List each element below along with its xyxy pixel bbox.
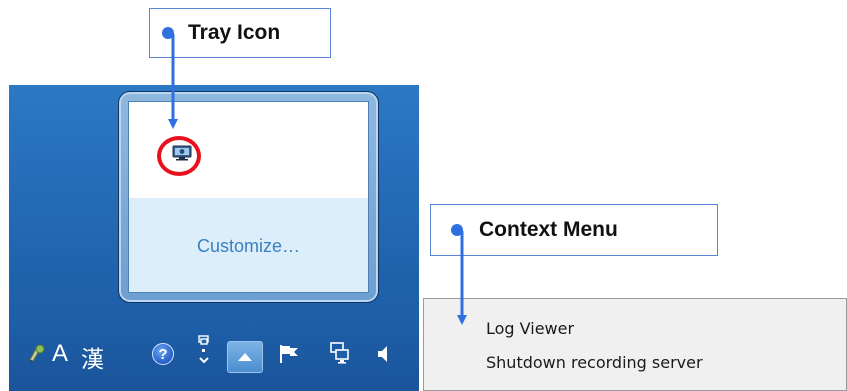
callout-dot-icon bbox=[451, 224, 463, 236]
volume-icon[interactable] bbox=[376, 344, 392, 364]
notification-overflow-panel: Customize… bbox=[128, 101, 369, 293]
customize-area: Customize… bbox=[129, 198, 368, 292]
menu-item-shutdown-recording-server[interactable]: Shutdown recording server bbox=[486, 348, 703, 376]
context-menu-callout: Context Menu bbox=[430, 204, 718, 256]
notification-overflow-popup: Customize… bbox=[118, 91, 379, 303]
menu-item-log-viewer[interactable]: Log Viewer bbox=[486, 314, 574, 342]
taskbar bbox=[9, 321, 419, 391]
help-icon[interactable]: ? bbox=[152, 343, 174, 365]
tray-icon-callout-label: Tray Icon bbox=[188, 21, 281, 44]
input-language-icon[interactable]: A bbox=[52, 340, 68, 368]
customize-link[interactable]: Customize… bbox=[197, 236, 300, 257]
context-menu-callout-label: Context Menu bbox=[479, 218, 618, 241]
hanja-mode-icon[interactable]: 漢 bbox=[81, 340, 104, 374]
action-center-flag-icon[interactable] bbox=[278, 344, 300, 364]
tray-icon-callout: Tray Icon bbox=[149, 8, 331, 58]
chevron-up-icon bbox=[238, 353, 252, 361]
highlight-circle bbox=[157, 136, 201, 176]
pen-options-icon[interactable] bbox=[197, 334, 211, 370]
ime-pad-icon[interactable] bbox=[27, 343, 47, 363]
context-menu: Log Viewer Shutdown recording server bbox=[423, 298, 847, 391]
show-hidden-icons-button[interactable] bbox=[227, 341, 263, 373]
callout-dot-icon bbox=[162, 27, 174, 39]
network-icon[interactable] bbox=[328, 341, 350, 365]
